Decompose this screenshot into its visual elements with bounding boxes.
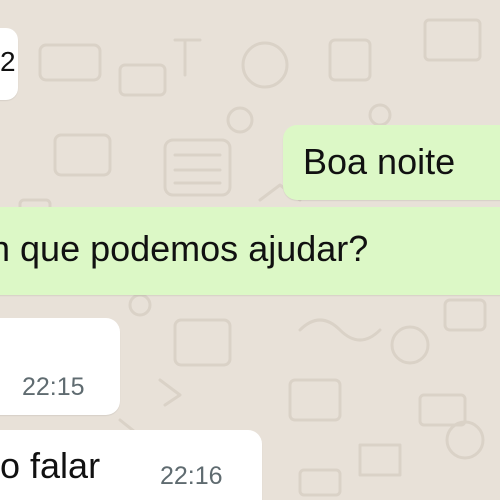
- message-timestamp: 22:15: [22, 373, 85, 401]
- incoming-message-bubble[interactable]: o falar 22:16: [0, 430, 262, 500]
- incoming-message-bubble[interactable]: 22:15: [0, 318, 120, 415]
- message-text: Boa noite: [303, 141, 456, 182]
- message-text: o falar: [0, 445, 101, 486]
- outgoing-message-bubble[interactable]: Boa noite: [283, 125, 500, 200]
- message-text: n que podemos ajudar?: [0, 228, 369, 269]
- message-text: 2: [0, 46, 16, 77]
- outgoing-message-bubble[interactable]: n que podemos ajudar?: [0, 207, 500, 295]
- incoming-message-bubble[interactable]: 2: [0, 28, 18, 100]
- message-timestamp: 22:16: [160, 462, 223, 490]
